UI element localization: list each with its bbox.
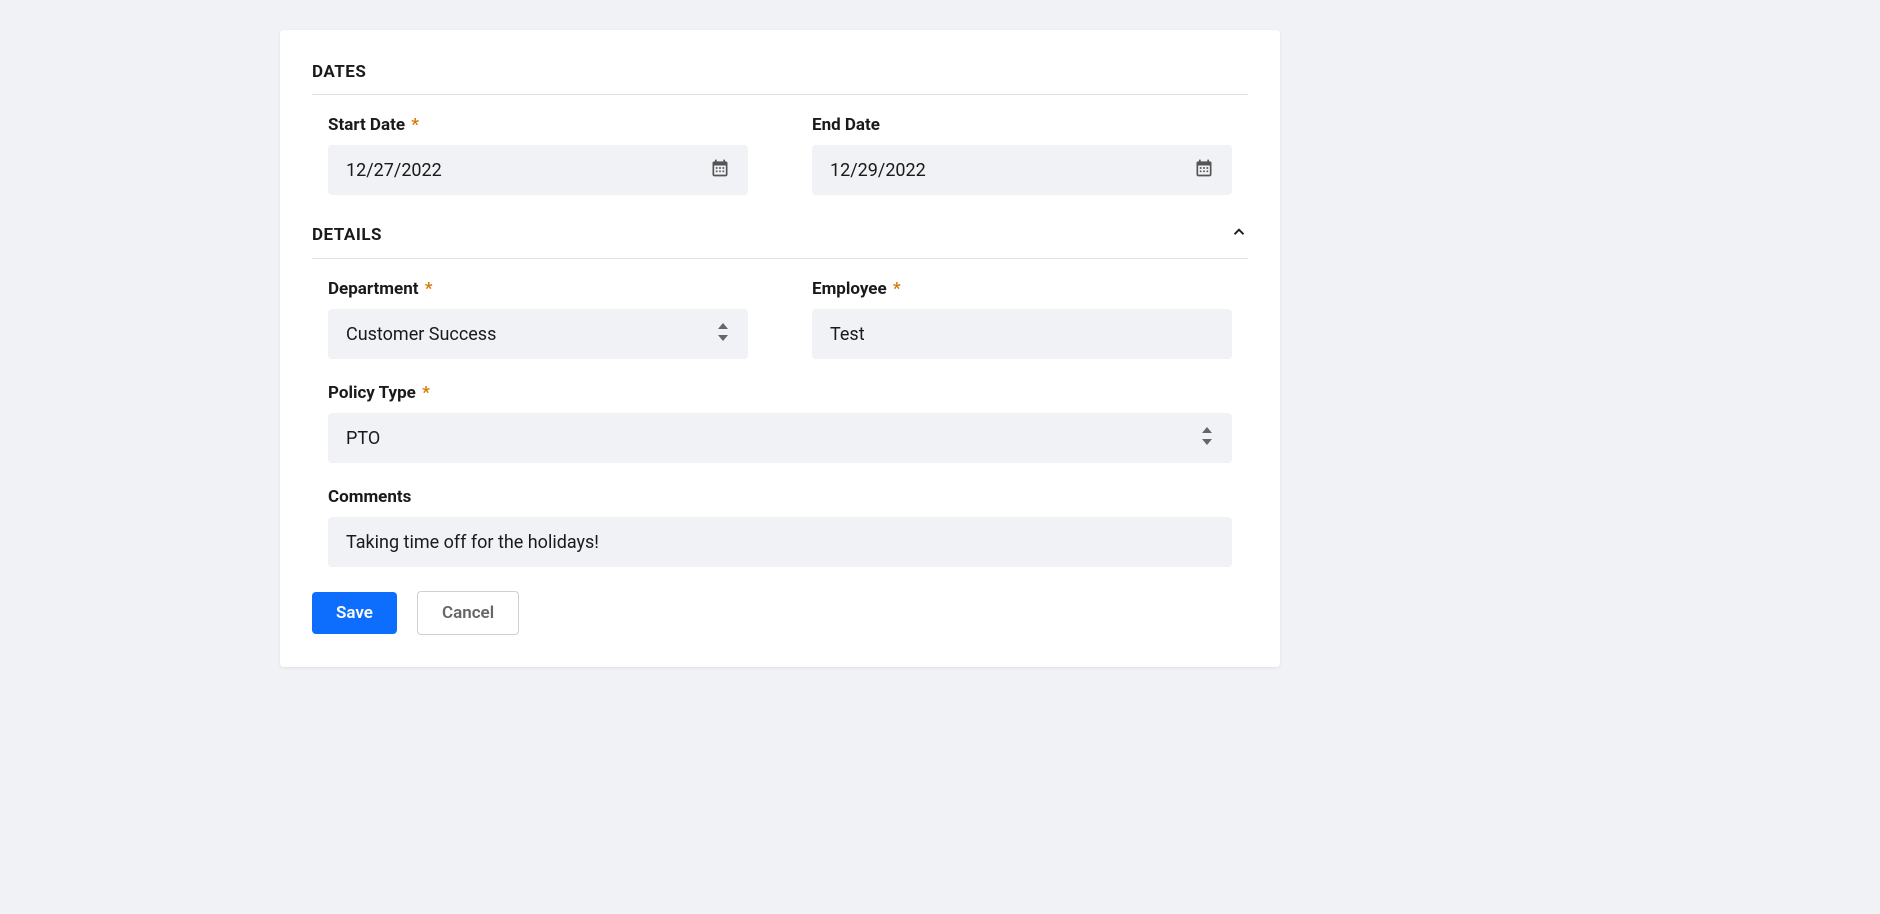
end-date-label: End Date bbox=[812, 115, 1232, 135]
dates-section-header: DATES bbox=[312, 62, 1248, 95]
details-section-title: DETAILS bbox=[312, 225, 382, 245]
cancel-button[interactable]: Cancel bbox=[417, 591, 519, 635]
required-star: * bbox=[425, 279, 433, 299]
end-date-input-wrapper[interactable] bbox=[812, 145, 1232, 195]
button-row: Save Cancel bbox=[312, 591, 1248, 635]
dates-fields-row: Start Date * End Date bbox=[312, 115, 1248, 195]
required-star: * bbox=[422, 383, 430, 403]
calendar-icon[interactable] bbox=[1194, 158, 1214, 182]
end-date-input[interactable] bbox=[830, 160, 1194, 181]
form-card: DATES Start Date * bbox=[280, 30, 1280, 667]
policy-type-label: Policy Type * bbox=[328, 383, 1232, 403]
comments-input-wrapper[interactable] bbox=[328, 517, 1232, 567]
required-star: * bbox=[411, 115, 419, 135]
start-date-input-wrapper[interactable] bbox=[328, 145, 748, 195]
policy-type-select: PTO bbox=[346, 428, 1200, 449]
comments-input[interactable] bbox=[346, 532, 1214, 553]
employee-input-wrapper[interactable] bbox=[812, 309, 1232, 359]
employee-field: Employee * bbox=[812, 279, 1232, 359]
dates-section-title: DATES bbox=[312, 62, 366, 82]
details-section-header: DETAILS bbox=[312, 223, 1248, 259]
comments-field: Comments bbox=[312, 487, 1248, 567]
start-date-input[interactable] bbox=[346, 160, 710, 181]
comments-label: Comments bbox=[328, 487, 1232, 507]
required-star: * bbox=[893, 279, 901, 299]
policy-type-select-wrapper[interactable]: PTO bbox=[328, 413, 1232, 463]
dates-section: DATES Start Date * bbox=[312, 62, 1248, 195]
select-arrows-icon bbox=[1200, 427, 1214, 449]
calendar-icon[interactable] bbox=[710, 158, 730, 182]
employee-input[interactable] bbox=[830, 324, 1214, 345]
select-arrows-icon bbox=[716, 323, 730, 345]
department-field: Department * Customer Success bbox=[328, 279, 748, 359]
policy-type-field: Policy Type * PTO bbox=[312, 383, 1248, 463]
details-fields-row-1: Department * Customer Success bbox=[312, 279, 1248, 359]
employee-label: Employee * bbox=[812, 279, 1232, 299]
department-select: Customer Success bbox=[346, 324, 716, 345]
department-select-wrapper[interactable]: Customer Success bbox=[328, 309, 748, 359]
details-section: DETAILS Department * Customer Success bbox=[312, 223, 1248, 567]
department-label: Department * bbox=[328, 279, 748, 299]
chevron-up-icon[interactable] bbox=[1230, 223, 1248, 246]
save-button[interactable]: Save bbox=[312, 592, 397, 634]
end-date-field: End Date bbox=[812, 115, 1232, 195]
start-date-label: Start Date * bbox=[328, 115, 748, 135]
start-date-field: Start Date * bbox=[328, 115, 748, 195]
